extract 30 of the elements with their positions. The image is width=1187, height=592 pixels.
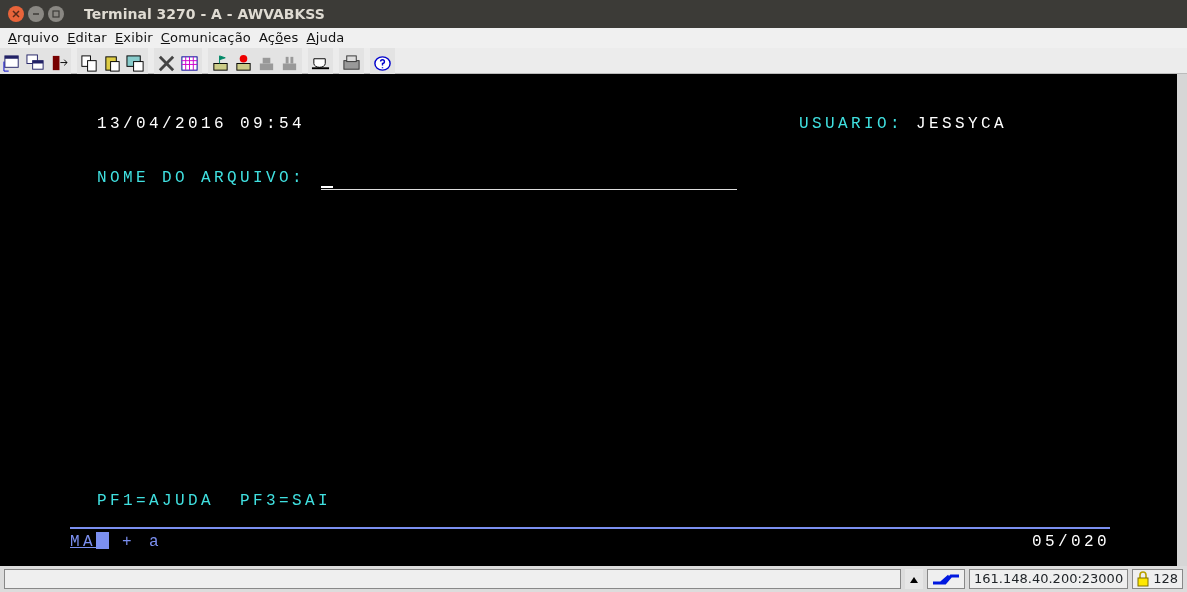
cursor bbox=[96, 532, 109, 549]
window-title: Terminal 3270 - A - AWVABKSS bbox=[84, 4, 325, 24]
function-keys-text: PF1=AJUDA PF3=SAI bbox=[97, 491, 332, 512]
minimize-icon bbox=[32, 10, 40, 18]
maximize-button[interactable] bbox=[48, 6, 64, 22]
cursor-position: 05/020 bbox=[1032, 532, 1110, 553]
minimize-button[interactable] bbox=[28, 6, 44, 22]
up-arrow-icon bbox=[910, 576, 919, 583]
key-size: 128 bbox=[1153, 570, 1178, 589]
status-sign: + bbox=[122, 533, 136, 551]
mode-indicator: MA bbox=[70, 533, 96, 551]
date-time: 13/04/2016 09:54 bbox=[97, 114, 306, 135]
menu-item[interactable]: Editar bbox=[63, 28, 111, 48]
host-address: 161.148.40.200:23000 bbox=[969, 569, 1129, 589]
lock-icon bbox=[1137, 571, 1150, 587]
user-label: USUARIO: bbox=[799, 115, 903, 133]
maximize-icon bbox=[52, 10, 60, 18]
connection-icon bbox=[927, 569, 966, 589]
menu-item[interactable]: Arquivo bbox=[4, 28, 64, 48]
menu-item[interactable]: Ações bbox=[255, 28, 303, 48]
cursor bbox=[321, 186, 334, 188]
user-name: JESSYCA bbox=[916, 115, 1008, 133]
close-button[interactable] bbox=[8, 6, 24, 22]
field-label: NOME DO ARQUIVO: bbox=[97, 168, 306, 189]
menu-item[interactable]: Ajuda bbox=[302, 28, 349, 48]
menu-item[interactable]: Exibir bbox=[110, 28, 157, 48]
input-mode-indicator: a bbox=[149, 532, 162, 553]
scroll-up-button[interactable] bbox=[905, 569, 924, 589]
menu-item[interactable]: Comunicação bbox=[156, 28, 255, 48]
close-icon bbox=[12, 10, 20, 18]
